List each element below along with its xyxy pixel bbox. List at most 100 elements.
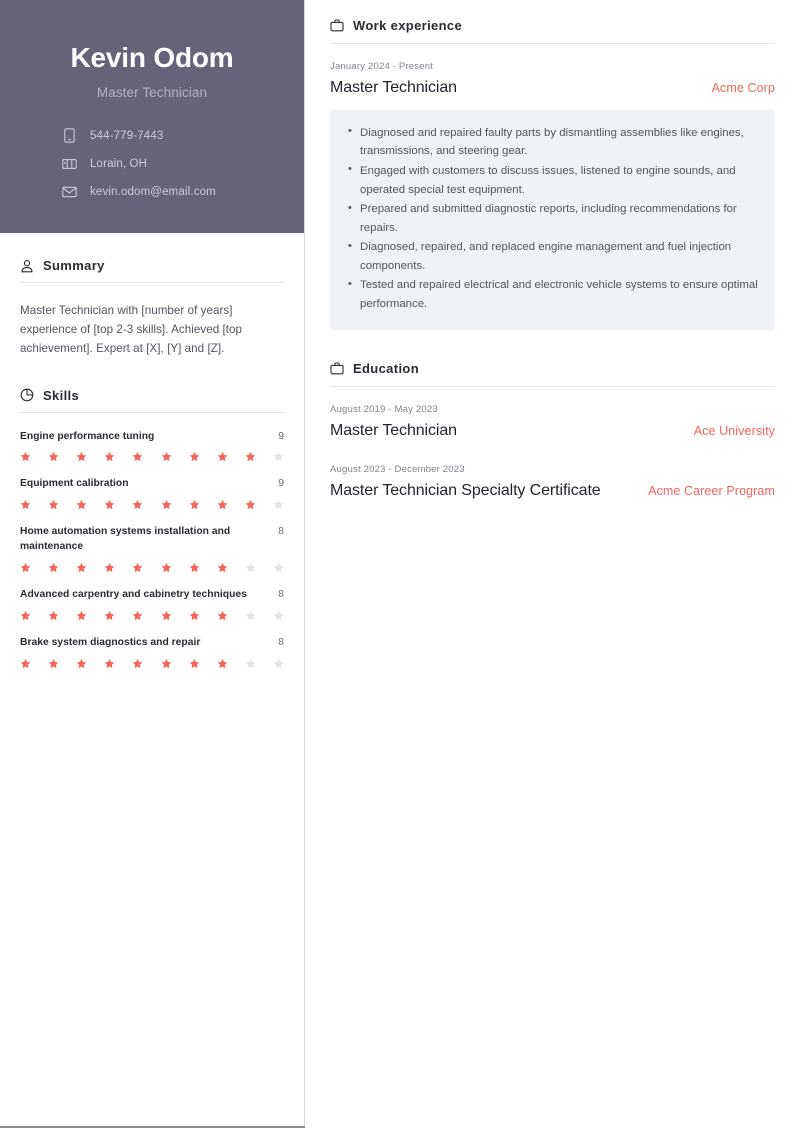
- star-filled-icon: [161, 500, 171, 510]
- star-empty-icon: [245, 658, 256, 669]
- skill-row: Engine performance tuning 9: [20, 430, 284, 445]
- work-experience-header: Work experience: [330, 18, 775, 43]
- star-filled-icon: [48, 563, 59, 573]
- contact-location[interactable]: Lorain, OH: [62, 156, 147, 171]
- contact-list: 544-779-7443 Lorain, OH kevin.odom@email…: [20, 128, 284, 199]
- work-entry-row: Master Technician Acme Corp: [330, 78, 775, 99]
- work-entry-date: January 2024 - Present: [330, 61, 434, 72]
- education-entry: August 2019 - May 2023 Master Technician…: [330, 404, 775, 442]
- star-filled-icon: [133, 500, 143, 510]
- skills-section: Skills Engine performance tuning 9 Equipme…: [0, 388, 304, 670]
- skill-rating: [20, 658, 284, 669]
- star-filled-icon: [217, 452, 228, 462]
- star-filled-icon: [189, 611, 200, 621]
- star-filled-icon: [189, 452, 200, 462]
- education-entry-row: Master Technician Ace University: [330, 421, 775, 442]
- star-filled-icon: [76, 658, 87, 669]
- skill-row: Equipment calibration 9: [20, 477, 284, 492]
- skill-name: Engine performance tuning: [20, 430, 155, 442]
- skill-name: Home automation systems installation and…: [20, 526, 231, 553]
- main-content: Work experience January 2024 - Present M…: [305, 0, 800, 1128]
- profile-job-title: Master Technician: [96, 85, 208, 101]
- star-filled-icon: [104, 563, 115, 573]
- star-filled-icon: [133, 611, 143, 621]
- phone-icon: [62, 128, 77, 143]
- skills-divider: [20, 411, 284, 413]
- work-bullet: Diagnosed and repaired faulty parts by d…: [346, 123, 759, 161]
- star-filled-icon: [20, 500, 31, 510]
- summary-section: Summary Master Technician with [number o…: [0, 258, 304, 358]
- star-filled-icon: [20, 658, 31, 669]
- skill-name: Equipment calibration: [20, 478, 129, 490]
- star-empty-icon: [273, 452, 284, 462]
- skill-rating: [20, 499, 284, 510]
- education-entry-title: Master Technician: [330, 421, 457, 439]
- skill-rating: [20, 451, 284, 462]
- star-filled-icon: [161, 611, 171, 621]
- skill-item: Engine performance tuning 9: [20, 430, 284, 463]
- skill-rating: [20, 562, 284, 573]
- summary-text: Master Technician with [number of years]…: [20, 304, 243, 355]
- education-entry-date: August 2019 - May 2023: [330, 403, 438, 415]
- contact-phone-value: 544-779-7443: [90, 129, 164, 142]
- star-filled-icon: [245, 452, 256, 462]
- skill-list: Engine performance tuning 9 Equipment cali…: [20, 430, 284, 670]
- star-filled-icon: [48, 452, 59, 462]
- star-filled-icon: [104, 658, 115, 669]
- email-icon: [62, 184, 77, 199]
- resume-page: Kevin Odom Master Technician 544-779-744…: [0, 0, 800, 1128]
- education-entry-organization: Ace University: [693, 423, 775, 438]
- work-experience-divider: [330, 43, 775, 44]
- summary-title: Summary: [43, 258, 105, 274]
- star-empty-icon: [273, 611, 284, 621]
- sidebar: Kevin Odom Master Technician 544-779-744…: [0, 0, 305, 1128]
- skill-name: Advanced carpentry and cabinetry techniq…: [20, 589, 247, 601]
- star-filled-icon: [104, 452, 115, 462]
- skill-item: Advanced carpentry and cabinetry techniq…: [20, 588, 284, 621]
- education-entry-row: Master Technician Specialty Certificate …: [330, 481, 775, 502]
- star-filled-icon: [217, 611, 228, 621]
- work-experience-section: Work experience January 2024 - Present M…: [330, 18, 775, 330]
- contact-email[interactable]: kevin.odom@email.com: [62, 184, 216, 199]
- star-filled-icon: [20, 611, 31, 621]
- skill-row: Advanced carpentry and cabinetry techniq…: [20, 588, 284, 603]
- skill-score: 9: [278, 430, 284, 442]
- star-empty-icon: [273, 500, 284, 510]
- star-filled-icon: [76, 500, 87, 510]
- star-filled-icon: [217, 658, 228, 669]
- education-section: Education August 2019 - May 2023 Master …: [330, 361, 775, 503]
- education-entry-title: Master Technician Specialty Certificate: [330, 482, 601, 500]
- star-empty-icon: [273, 658, 284, 669]
- work-bullet: Prepared and submitted diagnostic report…: [346, 200, 759, 237]
- work-entry-title: Master Technician: [330, 79, 457, 96]
- star-filled-icon: [161, 563, 171, 573]
- star-filled-icon: [161, 452, 171, 462]
- education-title: Education: [353, 360, 419, 376]
- star-filled-icon: [133, 563, 143, 573]
- work-entry-bullets: Diagnosed and repaired faulty parts by d…: [346, 123, 759, 314]
- contact-phone[interactable]: 544-779-7443: [62, 128, 163, 143]
- star-filled-icon: [245, 500, 256, 510]
- star-filled-icon: [133, 658, 143, 669]
- star-filled-icon: [161, 658, 171, 669]
- star-filled-icon: [48, 611, 59, 621]
- skill-row: Home automation systems installation and…: [20, 525, 284, 555]
- skill-score: 8: [278, 589, 284, 601]
- education-entry: August 2023 - December 2023 Master Techn…: [330, 464, 775, 502]
- summary-header: Summary: [20, 258, 284, 282]
- star-filled-icon: [20, 563, 31, 573]
- skill-score: 8: [278, 526, 284, 538]
- work-entry-organization: Acme Corp: [711, 81, 775, 95]
- education-entry-organization: Acme Career Program: [648, 484, 775, 499]
- star-empty-icon: [245, 611, 256, 621]
- star-filled-icon: [189, 563, 200, 573]
- skill-name: Brake system diagnostics and repair: [20, 637, 201, 649]
- star-filled-icon: [104, 500, 115, 510]
- star-empty-icon: [245, 563, 256, 573]
- contact-location-value: Lorain, OH: [90, 157, 148, 170]
- star-filled-icon: [48, 658, 59, 669]
- page-title: Kevin Odom: [70, 42, 234, 73]
- work-bullet: Tested and repaired electrical and elect…: [346, 276, 759, 313]
- star-filled-icon: [76, 452, 87, 462]
- star-filled-icon: [189, 500, 200, 510]
